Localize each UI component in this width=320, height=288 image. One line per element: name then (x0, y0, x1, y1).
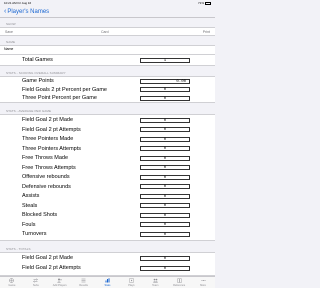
tab-label: Plays (128, 284, 135, 287)
stat-value-field[interactable]: 0 (140, 222, 190, 227)
save-button[interactable]: Save (5, 30, 13, 34)
tab-results[interactable]: Results (74, 278, 94, 287)
stat-value-field[interactable]: 0 (140, 231, 190, 237)
section-header-averages: STATS - AVERAGE PER GAME (6, 109, 52, 113)
stat-label: Blocked Shots (22, 212, 58, 218)
print-button[interactable]: Print (203, 30, 210, 34)
tab-label: Game (8, 284, 16, 287)
stat-value-field[interactable]: 0 (140, 212, 190, 218)
stat-value-field[interactable]: 0 (140, 155, 190, 161)
section-header-name: NAME (6, 40, 16, 44)
stat-label: Assists (22, 193, 40, 199)
tab-plays[interactable]: Plays (121, 278, 141, 287)
stat-value-field[interactable]: 0 (140, 87, 190, 92)
stat-label: Field Goal 2 pt Made (22, 255, 74, 261)
status-battery: 71% (198, 1, 211, 5)
add-person-icon (57, 278, 63, 283)
stat-label: Steals (22, 202, 38, 209)
list-icon (81, 278, 86, 283)
back-button[interactable]: ‹Player's Names (4, 8, 49, 15)
stat-value-field[interactable]: 0 (140, 165, 190, 170)
chevron-left-icon: ‹ (4, 8, 7, 15)
show-bar: Save Card Print (0, 27, 215, 36)
status-time: 10:21 AM Fri Aug 16 (4, 1, 32, 5)
stat-label: Three Pointers Made (22, 136, 74, 142)
stat-label: Fouls (22, 221, 36, 228)
stat-value-field[interactable]: 0 (140, 193, 190, 199)
stat-label: Free Throws Made (22, 155, 69, 161)
player-name: Name (4, 47, 14, 51)
stat-label: Turnovers (22, 231, 47, 237)
stat-label: Offensive rebounds (22, 174, 70, 180)
stat-label: Field Goal 2 pt Attempts (22, 265, 81, 271)
tab-label: Reference (173, 284, 186, 287)
stat-label: Three Pointers Attempts (22, 145, 81, 152)
tab-label: Subs (32, 284, 39, 287)
total-games-label: Total Games (22, 57, 53, 63)
stat-label: Three Point Percent per Game (22, 95, 97, 101)
stat-label: Game Points (22, 78, 54, 84)
tab-reference[interactable]: Reference (169, 278, 189, 287)
card-button[interactable]: Card (101, 30, 109, 34)
stats-icon (105, 278, 110, 283)
tab-label: Results (79, 284, 88, 287)
stat-label: Free Throws Attempts (22, 164, 76, 171)
tab-add-players[interactable]: Add Players (50, 278, 70, 287)
tab-label: Add Players (52, 284, 67, 287)
tab-stats[interactable]: Stats (98, 278, 118, 287)
stat-value-field[interactable]: 0 (140, 117, 190, 123)
battery-icon (205, 1, 211, 5)
tab-more[interactable]: More (193, 278, 213, 287)
total-games-field[interactable]: 1 (140, 58, 190, 63)
basketball-icon (9, 278, 15, 283)
section-header-scoring: STATS - SCORING OVERALL SUMMARY (6, 71, 66, 75)
tab-team[interactable]: Team (145, 278, 165, 287)
stat-value-field[interactable]: 0 (140, 127, 190, 132)
play-icon (128, 278, 134, 283)
more-icon (201, 280, 206, 281)
tab-subs[interactable]: Subs (26, 278, 46, 287)
stat-value-field[interactable]: 0 (140, 255, 190, 261)
stat-value-field[interactable]: 0 (140, 184, 190, 189)
tab-bar: Game Subs Add Players Results Stats Plays Team… (0, 276, 215, 288)
stat-label: Field Goal 2 pt Attempts (22, 126, 81, 133)
tab-game[interactable]: Game (2, 278, 22, 287)
book-icon (176, 278, 182, 283)
tab-label: More (200, 284, 206, 287)
navigation-bar: ‹Player's Names (0, 6, 215, 18)
stat-label: Defensive rebounds (22, 183, 71, 190)
tab-label: Team (152, 284, 159, 287)
stat-value-field[interactable]: 0 (140, 174, 190, 180)
stat-value-field[interactable]: 0 (140, 95, 190, 101)
stat-value-field[interactable]: 0 (140, 136, 190, 142)
swap-icon (33, 278, 39, 283)
stat-value-field[interactable]: 0 (140, 265, 190, 271)
stat-label: Field Goals 2 pt Percent per Game (22, 86, 107, 93)
section-header-show: SHOW (6, 22, 16, 26)
stat-label: Field Goal 2 pt Made (22, 117, 74, 123)
stat-value-field[interactable]: 0 (140, 146, 190, 151)
team-icon (152, 278, 158, 283)
stat-value-field[interactable]: 0.00 (140, 78, 190, 84)
stat-value-field[interactable]: 0 (140, 203, 190, 208)
section-header-totals: STATS - TOTALS (6, 247, 31, 251)
tab-label: Stats (104, 284, 111, 287)
